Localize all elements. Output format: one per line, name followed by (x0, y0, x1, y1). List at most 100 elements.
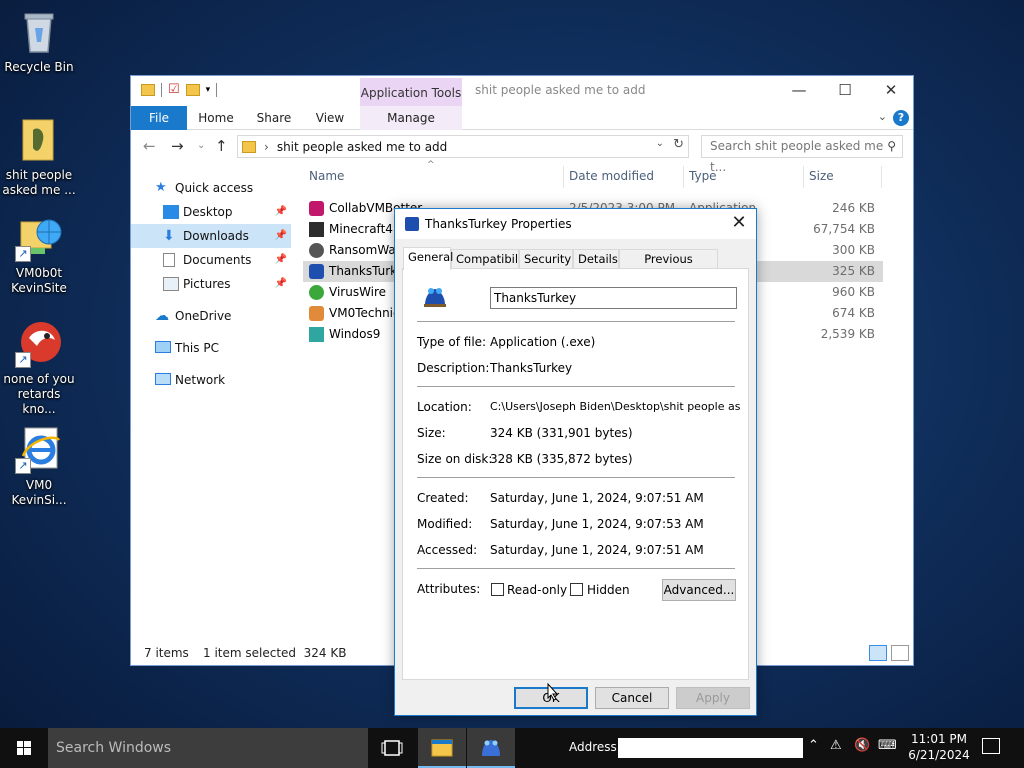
keyboard-icon[interactable]: ⌨ (878, 738, 897, 753)
desktop-icon-recycle-bin[interactable]: Recycle Bin (0, 8, 78, 75)
tab-details[interactable]: Details (573, 249, 619, 269)
readonly-label[interactable]: Read-only (507, 583, 567, 597)
minecraft-icon (309, 222, 324, 237)
desktop-icon-label: shit people asked me ... (2, 168, 76, 197)
taskbar-file-explorer[interactable] (418, 728, 466, 768)
hidden-checkbox[interactable] (570, 583, 583, 596)
large-icons-view-icon[interactable] (891, 645, 909, 661)
maximize-button[interactable]: ☐ (822, 78, 868, 102)
column-size[interactable]: Size (809, 169, 834, 183)
nav-documents[interactable]: Documents 📌 (131, 248, 291, 272)
folder-icon (242, 140, 256, 153)
tab-general[interactable]: General (403, 247, 453, 270)
ribbon-expand-icon[interactable]: ⌄ (878, 110, 887, 123)
close-icon[interactable]: ✕ (728, 212, 750, 233)
column-type[interactable]: Type (689, 169, 717, 183)
taskbar-search-input[interactable]: Search Windows (48, 728, 368, 768)
volume-muted-icon[interactable]: 🔇 (854, 738, 870, 753)
desktop-icon-label: VM0b0t KevinSite (11, 266, 67, 295)
tab-share[interactable]: Share (249, 106, 299, 130)
address-dropdown-icon[interactable]: ⌄ (656, 138, 664, 149)
action-center-icon[interactable] (982, 738, 1000, 754)
address-toolbar-label: Address (569, 740, 617, 754)
dialog-titlebar[interactable]: ThanksTurkey Properties ✕ (395, 209, 756, 239)
tab-security[interactable]: Security (519, 249, 573, 269)
desktop-icon-label: none of you retards kno... (3, 372, 75, 416)
apply-button[interactable]: Apply (676, 687, 750, 709)
desktop-icon-vm0-kevinsite[interactable]: ↗ VM0 KevinSi... (0, 426, 78, 508)
ribbon-tabs: File Home Share View Manage ⌄ ? (131, 106, 913, 130)
tab-view[interactable]: View (307, 106, 353, 130)
help-icon[interactable]: ? (893, 110, 909, 126)
label-accessed: Accessed: (417, 543, 478, 557)
nav-downloads[interactable]: ⬇ Downloads 📌 (131, 224, 291, 248)
desktop-folder-icon (163, 205, 179, 219)
address-path[interactable]: shit people asked me to add (277, 140, 447, 154)
back-arrow-icon[interactable]: ← (143, 137, 156, 155)
network-folder-icon: ↗ (15, 214, 63, 262)
document-icon (163, 253, 175, 267)
desktop-icon-none-of-you[interactable]: ↗ none of you retards kno... (0, 320, 78, 417)
close-button[interactable]: ✕ (868, 78, 914, 102)
taskbar-clock[interactable]: 11:01 PM 6/21/2024 (906, 731, 972, 763)
general-tab-panel: ThanksTurkey Type of file: Application (… (402, 268, 749, 680)
file-name-field[interactable]: ThanksTurkey (490, 287, 737, 309)
address-toolbar-input[interactable] (618, 738, 803, 758)
breadcrumb-separator-icon[interactable]: › (264, 140, 269, 154)
pin-icon: 📌 (274, 254, 287, 265)
label-created: Created: (417, 491, 469, 505)
properties-dialog: ThanksTurkey Properties ✕ General Compat… (394, 208, 757, 716)
advanced-button[interactable]: Advanced... (662, 579, 736, 601)
refresh-icon[interactable]: ↻ (673, 137, 684, 152)
nav-desktop[interactable]: Desktop 📌 (131, 200, 291, 224)
desktop-icon-folder-shit-people[interactable]: shit people asked me ... (0, 116, 78, 198)
ransomware-icon (309, 243, 324, 258)
forward-arrow-icon[interactable]: → (171, 137, 184, 155)
tab-file[interactable]: File (131, 106, 187, 130)
tab-previous-versions[interactable]: Previous Versions (619, 249, 718, 284)
navigation-pane: ★ Quick access Desktop 📌 ⬇ Downloads 📌 D… (131, 176, 291, 392)
item-count: 7 items (144, 646, 189, 660)
column-name[interactable]: Name (309, 169, 344, 183)
explorer-titlebar[interactable]: ☑ ▾ Application Tools shit people asked … (131, 76, 913, 106)
tab-manage[interactable]: Manage (360, 106, 462, 130)
shortcut-arrow-icon: ↗ (15, 246, 31, 262)
details-view-icon[interactable] (869, 645, 887, 661)
desktop-icon-label: Recycle Bin (4, 60, 74, 74)
minimize-button[interactable]: — (776, 78, 822, 102)
properties-qat-icon[interactable]: ☑ (168, 82, 180, 97)
sort-indicator-icon: ^ (427, 160, 435, 170)
start-button[interactable] (0, 728, 48, 768)
qat-dropdown-icon[interactable]: ▾ (206, 85, 211, 95)
taskbar-thanksturkey[interactable] (467, 728, 515, 768)
search-input[interactable]: Search shit people asked me t... ⚲ (701, 135, 903, 174)
hidden-label[interactable]: Hidden (587, 583, 630, 597)
task-view-icon (381, 740, 403, 756)
nav-network[interactable]: Network (131, 368, 291, 392)
application-tools-tab[interactable]: Application Tools (360, 78, 462, 106)
mouse-cursor-icon (547, 682, 559, 704)
nav-this-pc[interactable]: This PC (131, 336, 291, 360)
value-size-on-disk: 328 KB (335,872 bytes) (490, 452, 633, 466)
show-hidden-icons-icon[interactable]: ⌃ (808, 738, 819, 753)
dragon-app-icon: ↗ (15, 320, 63, 368)
up-arrow-icon[interactable]: ↑ (215, 137, 228, 155)
tab-home[interactable]: Home (191, 106, 241, 130)
column-headers: ^ Name Date modified Type Size (303, 160, 883, 188)
cancel-button[interactable]: Cancel (595, 687, 669, 709)
nav-pictures[interactable]: Pictures 📌 (131, 272, 291, 296)
star-icon: ★ (155, 180, 167, 195)
column-date-modified[interactable]: Date modified (569, 169, 654, 183)
task-view-button[interactable] (368, 728, 416, 768)
search-icon: ⚲ (887, 139, 896, 153)
desktop-icon-vm0b0t-kevinsite[interactable]: ↗ VM0b0t KevinSite (0, 214, 78, 296)
security-warning-icon[interactable]: ⚠ (830, 738, 842, 753)
readonly-checkbox[interactable] (491, 583, 504, 596)
address-bar[interactable]: › shit people asked me to add ⌄ ↻ (237, 135, 689, 158)
recent-locations-icon[interactable]: ⌄ (197, 140, 205, 151)
tab-compatibility[interactable]: Compatibility (451, 249, 533, 269)
nav-onedrive[interactable]: ☁ OneDrive (131, 304, 291, 328)
new-folder-icon[interactable] (185, 83, 200, 96)
value-modified: Saturday, June 1, 2024, 9:07:53 AM (490, 517, 704, 531)
nav-quick-access[interactable]: ★ Quick access (131, 176, 291, 200)
